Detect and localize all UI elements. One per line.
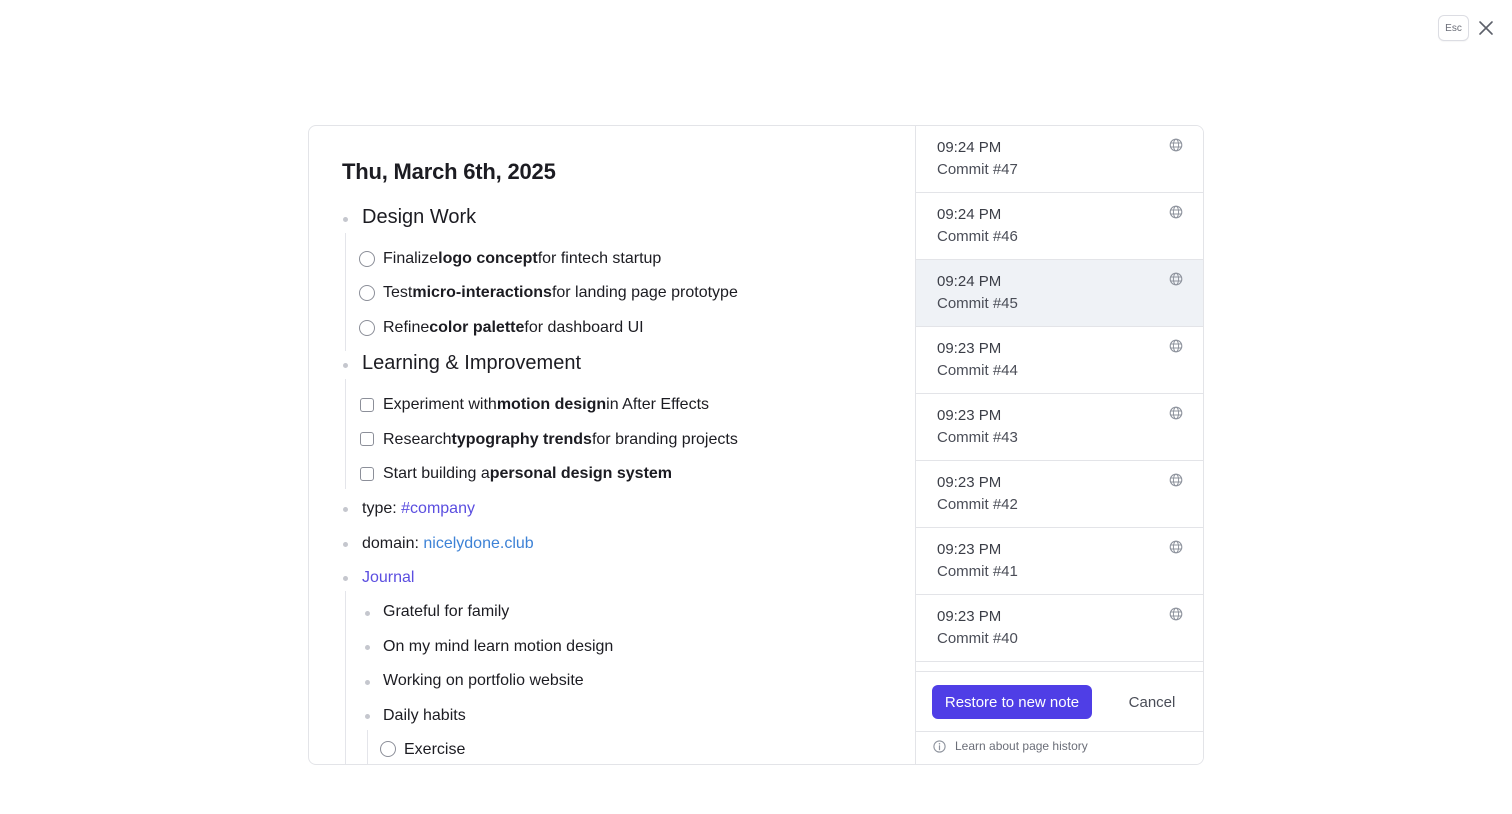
heading-learning: Learning & Improvement: [362, 352, 582, 374]
commit-list[interactable]: 09:24 PM Commit #47 09:24 PM Commit #46 …: [916, 126, 1203, 671]
domain-link[interactable]: nicelydone.club: [423, 535, 533, 553]
commit-label: Commit #46: [937, 228, 1018, 245]
divider: [916, 671, 1203, 672]
journal-link-row: Journal: [362, 569, 414, 587]
bullet-dot: [343, 363, 348, 368]
task-item: Refine color palette for dashboard UI: [383, 319, 644, 336]
commit-label: Commit #40: [937, 630, 1018, 647]
commit-label: Commit #47: [937, 161, 1018, 178]
bullet-dot: [365, 714, 370, 719]
heading-design-work: Design Work: [362, 206, 477, 228]
commit-time: 09:24 PM: [937, 206, 1002, 223]
commit-label: Commit #44: [937, 362, 1018, 379]
commit-label: Commit #45: [937, 295, 1018, 312]
task-item: Start building a personal design system: [383, 465, 673, 482]
task-circle[interactable]: [359, 320, 375, 336]
task-checkbox[interactable]: [360, 432, 374, 446]
bullet-dot: [343, 217, 348, 222]
bullet-dot: [365, 611, 370, 616]
cancel-button[interactable]: Cancel: [1114, 685, 1190, 719]
note-preview: Thu, March 6th, 2025 Design Work Finaliz…: [309, 126, 916, 764]
divider: [916, 731, 1203, 732]
globe-icon: [1169, 205, 1183, 219]
commit-item[interactable]: 09:23 PM Commit #41: [916, 528, 1203, 595]
task-checkbox[interactable]: [360, 467, 374, 481]
commit-time: 09:23 PM: [937, 608, 1002, 625]
commit-item[interactable]: 09:24 PM Commit #47: [916, 126, 1203, 193]
tag-link[interactable]: #company: [401, 500, 475, 518]
globe-icon: [1169, 607, 1183, 621]
task-item: Test micro-interactions for landing page…: [383, 284, 738, 301]
commit-label: Commit #42: [937, 496, 1018, 513]
globe-icon: [1169, 540, 1183, 554]
esc-key-badge: Esc: [1438, 15, 1469, 41]
restore-to-new-note-button[interactable]: Restore to new note: [932, 685, 1092, 719]
learn-page-history-link[interactable]: Learn about page history: [933, 739, 1088, 753]
task-circle[interactable]: [359, 251, 375, 267]
task-checkbox[interactable]: [360, 398, 374, 412]
bullet-dot: [343, 542, 348, 547]
commit-time: 09:23 PM: [937, 407, 1002, 424]
task-circle[interactable]: [359, 285, 375, 301]
commit-label: Commit #43: [937, 429, 1018, 446]
commit-time: 09:23 PM: [937, 340, 1002, 357]
journal-item: Daily habits: [383, 707, 466, 724]
task-item: Finalize logo concept for fintech startu…: [383, 250, 662, 267]
globe-icon: [1169, 339, 1183, 353]
indent-guide: [345, 379, 346, 489]
property-type: type: #company: [362, 500, 475, 518]
globe-icon: [1169, 138, 1183, 152]
journal-item: Working on portfolio website: [383, 672, 584, 689]
globe-icon: [1169, 473, 1183, 487]
history-panel: 09:24 PM Commit #47 09:24 PM Commit #46 …: [915, 126, 1203, 764]
commit-item[interactable]: 09:23 PM Commit #40: [916, 595, 1203, 662]
task-item: Experiment with motion design in After E…: [383, 396, 710, 413]
page-history-dialog: Thu, March 6th, 2025 Design Work Finaliz…: [308, 125, 1204, 765]
commit-item[interactable]: 09:24 PM Commit #46: [916, 193, 1203, 260]
learn-label: Learn about page history: [955, 739, 1088, 753]
commit-time: 09:24 PM: [937, 273, 1002, 290]
close-icon[interactable]: [1477, 19, 1495, 37]
bullet-dot: [365, 680, 370, 685]
globe-icon: [1169, 272, 1183, 286]
commit-item[interactable]: 09:23 PM Commit #43: [916, 394, 1203, 461]
bullet-dot: [343, 507, 348, 512]
property-domain: domain: nicelydone.club: [362, 535, 534, 553]
commit-time: 09:24 PM: [937, 139, 1002, 156]
commit-item[interactable]: 09:23 PM Commit #42: [916, 461, 1203, 528]
journal-item: On my mind learn motion design: [383, 638, 614, 655]
info-icon: [933, 739, 946, 753]
commit-item-selected[interactable]: 09:24 PM Commit #45: [916, 260, 1203, 327]
task-item: Research typography trends for branding …: [383, 431, 738, 448]
indent-guide: [345, 233, 346, 351]
commit-item[interactable]: 09:23 PM Commit #44: [916, 327, 1203, 394]
note-title: Thu, March 6th, 2025: [342, 159, 556, 184]
commit-time: 09:23 PM: [937, 474, 1002, 491]
commit-time: 09:23 PM: [937, 541, 1002, 558]
globe-icon: [1169, 406, 1183, 420]
indent-guide: [345, 591, 346, 764]
commit-label: Commit #41: [937, 563, 1018, 580]
habit-item: Exercise: [404, 741, 466, 758]
journal-link[interactable]: Journal: [362, 569, 414, 587]
task-circle[interactable]: [380, 741, 396, 757]
bullet-dot: [365, 645, 370, 650]
journal-item: Grateful for family: [383, 603, 510, 620]
bullet-dot: [343, 576, 348, 581]
indent-guide: [367, 730, 368, 764]
